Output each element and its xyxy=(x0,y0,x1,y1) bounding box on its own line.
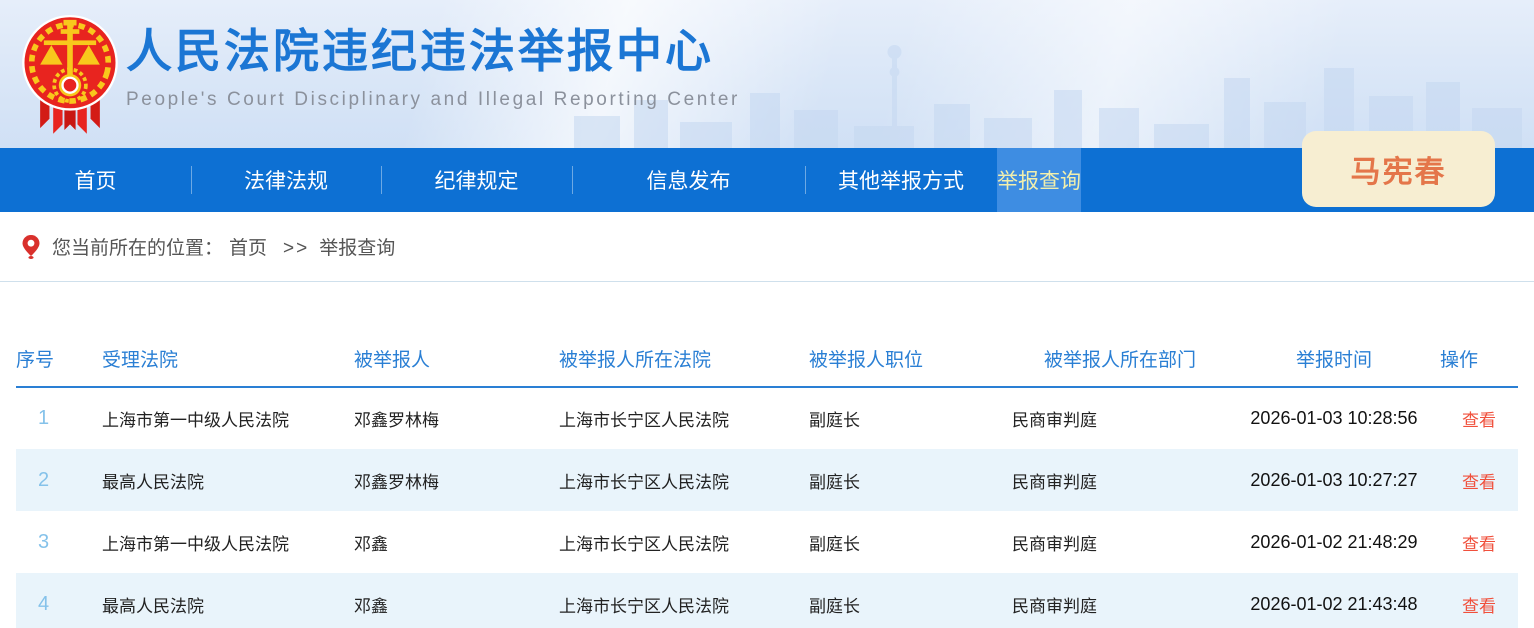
breadcrumb-home-link[interactable]: 首页 xyxy=(229,238,267,259)
cell-accepting-court: 最高人民法院 xyxy=(102,573,354,628)
cell-department: 民商审判庭 xyxy=(1012,511,1228,573)
table-header-cell: 操作 xyxy=(1440,330,1518,387)
cell-report-time: 2026-01-02 21:43:48 xyxy=(1228,573,1440,628)
table-row: 3 上海市第一中级人民法院 邓鑫 上海市长宁区人民法院 副庭长 民商审判庭 20… xyxy=(16,511,1518,573)
site-title: 人民法院违纪违法举报中心 xyxy=(126,26,740,77)
view-link[interactable]: 查看 xyxy=(1462,597,1496,616)
nav-item[interactable]: 举报查询 xyxy=(997,148,1081,212)
cell-reported-person: 邓鑫 xyxy=(354,573,559,628)
table-header-cell: 被举报人职位 xyxy=(809,330,1012,387)
table-header-cell: 被举报人所在法院 xyxy=(559,330,809,387)
nav-item-label: 首页 xyxy=(75,165,117,195)
cell-accepting-court: 上海市第一中级人民法院 xyxy=(102,387,354,449)
cell-index: 2 xyxy=(16,449,102,511)
nav-item-label: 纪律规定 xyxy=(435,165,519,195)
cell-department: 民商审判庭 xyxy=(1012,387,1228,449)
cell-accepting-court: 上海市第一中级人民法院 xyxy=(102,511,354,573)
cell-reported-court: 上海市长宁区人民法院 xyxy=(559,387,809,449)
view-link[interactable]: 查看 xyxy=(1462,473,1496,492)
nav-item[interactable]: 法律法规 xyxy=(191,148,381,212)
nav-item[interactable]: 信息发布 xyxy=(572,148,805,212)
cell-reported-court: 上海市长宁区人民法院 xyxy=(559,511,809,573)
nav-item-label: 其他举报方式 xyxy=(838,165,964,195)
nav-item[interactable]: 其他举报方式 xyxy=(805,148,997,212)
main-nav: 首页 法律法规 纪律规定 信息发布 其他举报方式 举报查询 马宪春 xyxy=(0,148,1534,212)
table-header-cell: 被举报人 xyxy=(354,330,559,387)
table-header-cell: 被举报人所在部门 xyxy=(1012,330,1228,387)
nav-item-label: 信息发布 xyxy=(647,165,731,195)
nav-item-label: 举报查询 xyxy=(997,165,1081,195)
nav-item[interactable]: 纪律规定 xyxy=(381,148,572,212)
user-button[interactable]: 马宪春 xyxy=(1302,131,1495,207)
breadcrumb: 您当前所在的位置： 首页 >> 举报查询 xyxy=(0,212,1534,282)
site-subtitle: People's Court Disciplinary and Illegal … xyxy=(126,89,740,111)
cell-index: 1 xyxy=(16,387,102,449)
table-header-cell: 序号 xyxy=(16,330,102,387)
report-query-table: 序号 受理法院 被举报人 被举报人所在法院 被举报人职位 被举报人所在部门 举报… xyxy=(16,330,1518,628)
site-header: 人民法院违纪违法举报中心 People's Court Disciplinary… xyxy=(0,0,1534,148)
location-pin-icon xyxy=(22,235,40,259)
cell-position: 副庭长 xyxy=(809,449,1012,511)
table-body: 1 上海市第一中级人民法院 邓鑫罗林梅 上海市长宁区人民法院 副庭长 民商审判庭… xyxy=(16,387,1518,628)
cell-index: 4 xyxy=(16,573,102,628)
cell-accepting-court: 最高人民法院 xyxy=(102,449,354,511)
table-header-cell: 受理法院 xyxy=(102,330,354,387)
cell-department: 民商审判庭 xyxy=(1012,449,1228,511)
breadcrumb-label: 您当前所在的位置： xyxy=(52,238,223,259)
view-link[interactable]: 查看 xyxy=(1462,535,1496,554)
cell-reported-court: 上海市长宁区人民法院 xyxy=(559,573,809,628)
cell-position: 副庭长 xyxy=(809,511,1012,573)
nav-item[interactable]: 首页 xyxy=(0,148,191,212)
table-header-cell: 举报时间 xyxy=(1228,330,1440,387)
court-emblem-logo xyxy=(14,10,126,143)
breadcrumb-separator: >> xyxy=(283,238,309,259)
cell-reported-person: 邓鑫罗林梅 xyxy=(354,449,559,511)
cell-department: 民商审判庭 xyxy=(1012,573,1228,628)
cell-index: 3 xyxy=(16,511,102,573)
breadcrumb-current: 举报查询 xyxy=(319,238,395,259)
cell-report-time: 2026-01-02 21:48:29 xyxy=(1228,511,1440,573)
site-branding: 人民法院违纪违法举报中心 People's Court Disciplinary… xyxy=(126,26,740,111)
view-link[interactable]: 查看 xyxy=(1462,411,1496,430)
nav-item-label: 法律法规 xyxy=(244,165,328,195)
cell-position: 副庭长 xyxy=(809,387,1012,449)
cell-reported-person: 邓鑫 xyxy=(354,511,559,573)
cell-report-time: 2026-01-03 10:27:27 xyxy=(1228,449,1440,511)
table-row: 2 最高人民法院 邓鑫罗林梅 上海市长宁区人民法院 副庭长 民商审判庭 2026… xyxy=(16,449,1518,511)
cell-reported-person: 邓鑫罗林梅 xyxy=(354,387,559,449)
cell-report-time: 2026-01-03 10:28:56 xyxy=(1228,387,1440,449)
cell-position: 副庭长 xyxy=(809,573,1012,628)
table-header-row: 序号 受理法院 被举报人 被举报人所在法院 被举报人职位 被举报人所在部门 举报… xyxy=(16,330,1518,387)
breadcrumb-text: 您当前所在的位置： 首页 >> 举报查询 xyxy=(52,233,395,260)
cell-reported-court: 上海市长宁区人民法院 xyxy=(559,449,809,511)
table-row: 4 最高人民法院 邓鑫 上海市长宁区人民法院 副庭长 民商审判庭 2026-01… xyxy=(16,573,1518,628)
table-row: 1 上海市第一中级人民法院 邓鑫罗林梅 上海市长宁区人民法院 副庭长 民商审判庭… xyxy=(16,387,1518,449)
